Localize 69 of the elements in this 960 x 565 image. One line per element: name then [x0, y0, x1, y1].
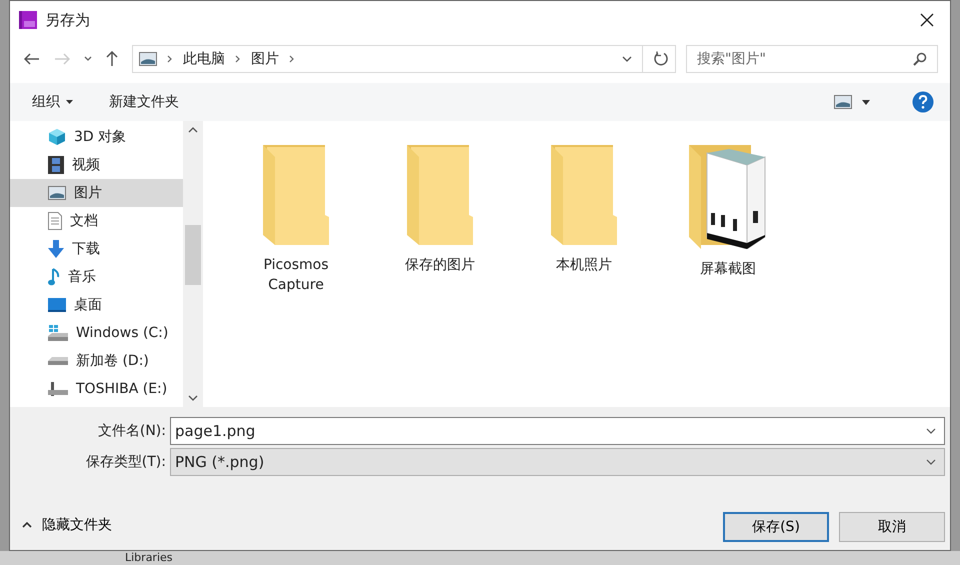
picture-icon: [139, 52, 157, 66]
scrollbar[interactable]: [183, 121, 203, 407]
help-icon[interactable]: [912, 91, 934, 113]
picture-icon: [48, 186, 66, 200]
folder-item[interactable]: Picosmos Capture: [241, 145, 351, 295]
down-arrow-icon: [48, 240, 64, 258]
field-label: 文件名(N):: [96, 422, 167, 440]
caret-icon: [66, 100, 73, 104]
chevron-down-icon: [926, 459, 936, 465]
breadcrumb[interactable]: 此电脑: [183, 50, 225, 68]
chevron-up-icon: [22, 522, 32, 528]
file-type-dropdown[interactable]: PNG (*.png): [170, 448, 945, 476]
nav-item[interactable]: 音乐: [10, 263, 183, 291]
search-icon: [913, 52, 927, 66]
folder-icon: [551, 145, 617, 245]
drive-icon: [48, 325, 68, 341]
refresh-icon[interactable]: [653, 51, 669, 67]
chevron-down-icon[interactable]: [188, 395, 198, 401]
view-icon[interactable]: [834, 95, 852, 109]
chevron-down-icon[interactable]: [622, 56, 632, 62]
nav-item[interactable]: TOSHIBA (E:): [10, 375, 183, 403]
music-note-icon: [48, 268, 60, 286]
document-icon: [48, 212, 62, 230]
file-name-field[interactable]: page1.png: [170, 417, 945, 445]
nav-item[interactable]: 3D 对象: [10, 123, 183, 151]
folder-item[interactable]: 保存的图片: [385, 145, 495, 275]
chevron-right-icon: [167, 55, 173, 63]
chevron-up-icon[interactable]: [188, 127, 198, 133]
folder-name: 本机照片: [556, 256, 612, 275]
nav-item[interactable]: 桌面: [10, 291, 183, 319]
window-title: 另存为: [45, 10, 90, 30]
nav-item[interactable]: 图片: [10, 179, 183, 207]
up-arrow-icon[interactable]: [106, 51, 118, 67]
nav-item[interactable]: 文档: [10, 207, 183, 235]
close-icon[interactable]: [920, 13, 934, 27]
scrollbar-thumb[interactable]: [185, 225, 201, 285]
drive-icon: [48, 382, 68, 396]
drive-icon: [48, 356, 68, 366]
nav-item[interactable]: 下载: [10, 235, 183, 263]
address-bar[interactable]: 此电脑 图片: [132, 45, 676, 73]
folder-item[interactable]: 屏幕截图: [673, 145, 783, 279]
background-label: Libraries: [125, 551, 173, 565]
chevron-right-icon: [235, 55, 241, 63]
field-label: 保存类型(T):: [84, 453, 167, 471]
desktop-icon: [48, 298, 66, 312]
folder-icon: [407, 145, 473, 245]
film-icon: [48, 156, 64, 174]
breadcrumb[interactable]: 图片: [251, 50, 279, 68]
folder-name: 保存的图片: [405, 256, 475, 275]
dialog-button[interactable]: 保存(S): [723, 512, 829, 542]
nav-item[interactable]: 新加卷 (D:): [10, 347, 183, 375]
hide-folders-button[interactable]: 隐藏文件夹: [22, 516, 112, 542]
organize-button[interactable]: 组织: [24, 89, 81, 115]
nav-item[interactable]: Windows (C:): [10, 319, 183, 347]
back-arrow-icon[interactable]: [24, 53, 40, 65]
dialog-button[interactable]: 取消: [839, 512, 945, 542]
nav-item[interactable]: 视频: [10, 151, 183, 179]
caret-icon[interactable]: [862, 100, 870, 104]
folder-name: Picosmos Capture: [262, 256, 330, 295]
cube-icon: [48, 128, 66, 146]
new-folder-button[interactable]: 新建文件夹: [101, 89, 187, 115]
folder-name: 屏幕截图: [700, 260, 756, 279]
folder-item[interactable]: 本机照片: [529, 145, 639, 275]
chevron-down-icon[interactable]: [926, 428, 936, 434]
chevron-right-icon: [289, 55, 295, 63]
folder-icon: [263, 145, 329, 245]
app-icon: [19, 11, 37, 29]
search-field[interactable]: 搜索"图片": [686, 45, 938, 73]
chevron-down-icon[interactable]: [84, 56, 92, 62]
